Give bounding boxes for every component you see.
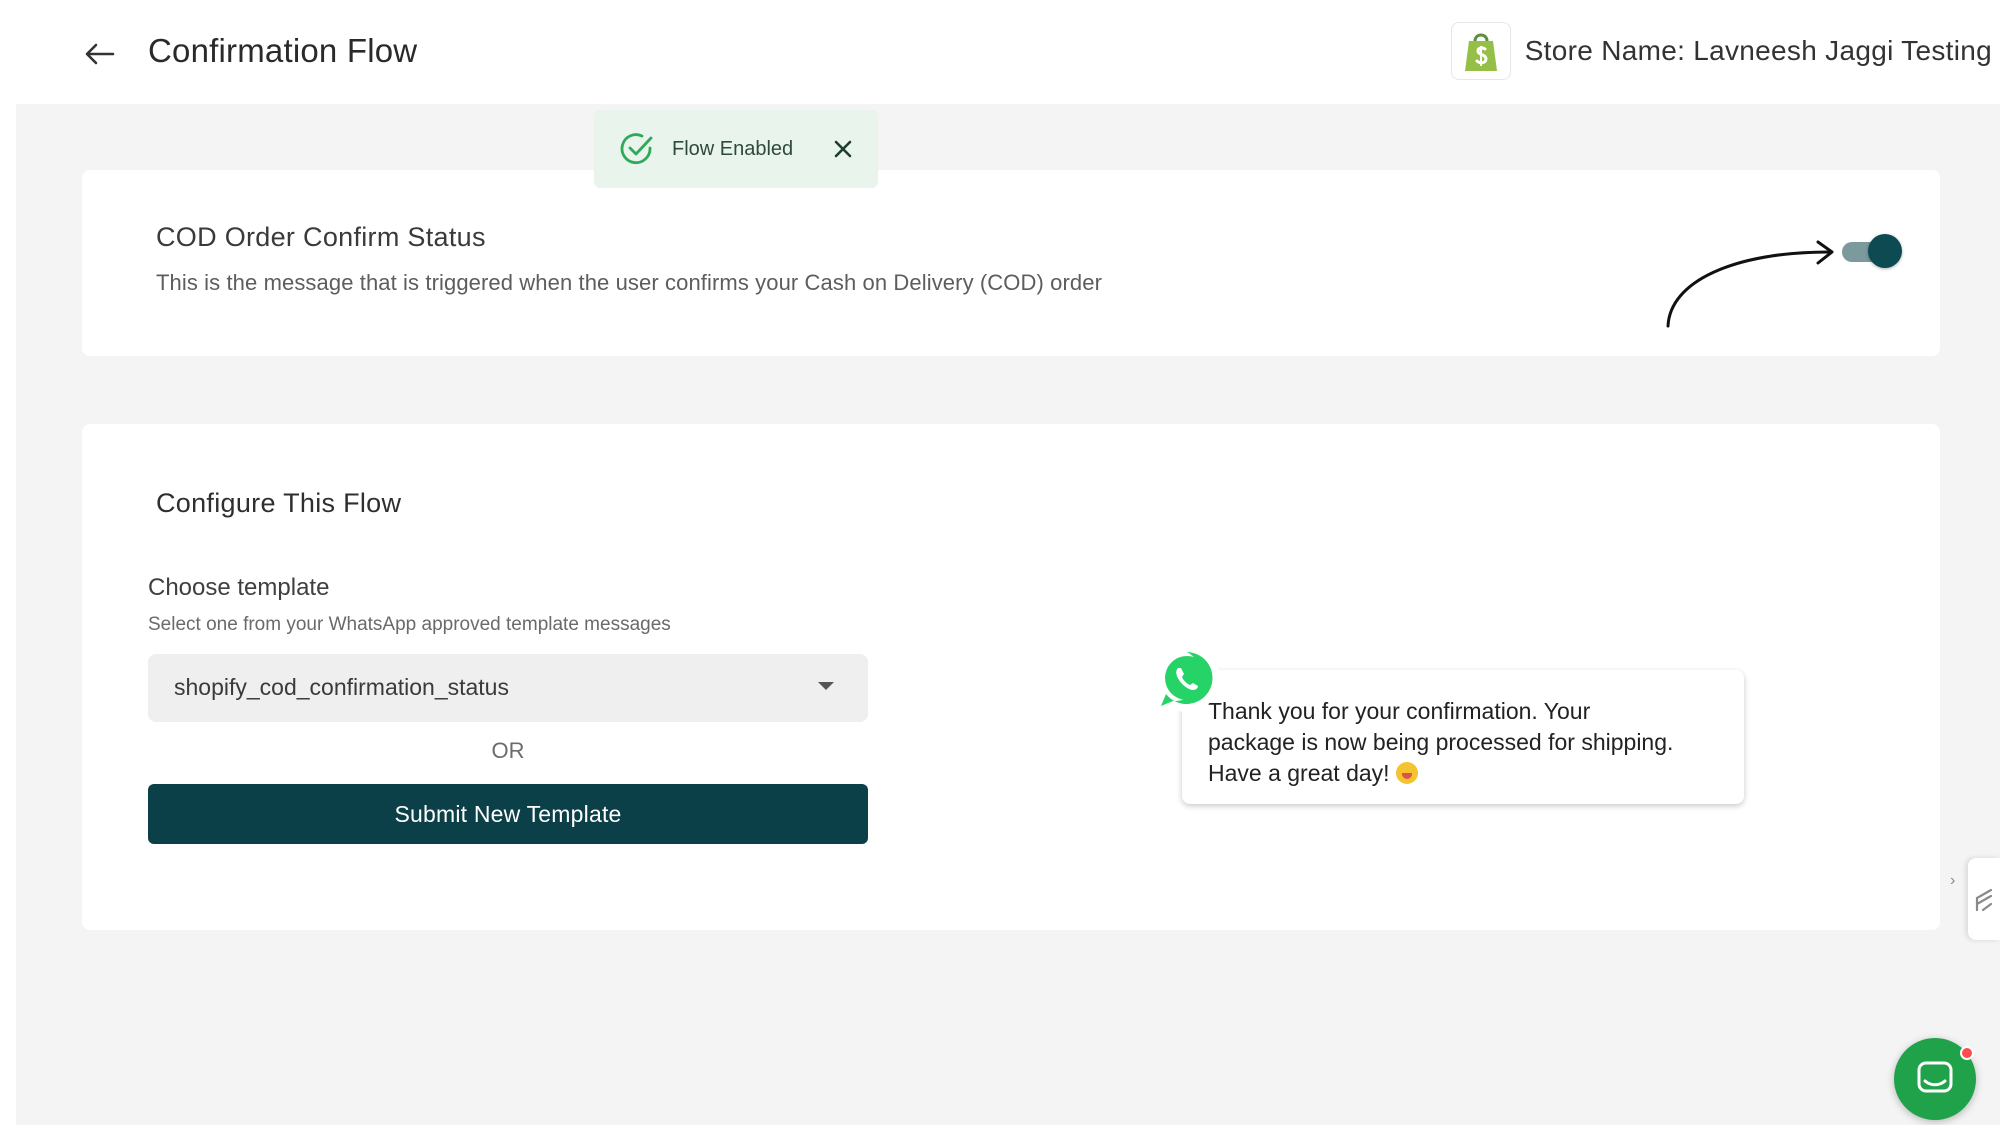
choose-template-label: Choose template xyxy=(148,574,330,601)
configure-flow-card: Configure This Flow Choose template Sele… xyxy=(82,424,1940,930)
side-feedback-tab[interactable] xyxy=(1968,858,2000,940)
cod-status-card: COD Order Confirm Status This is the mes… xyxy=(82,170,1940,356)
preview-line-2: package is now being processed for shipp… xyxy=(1208,729,1674,755)
side-tab-icon xyxy=(1975,888,1993,912)
shopify-bag-icon xyxy=(1464,33,1497,71)
toast-notification: Flow Enabled xyxy=(594,110,878,188)
preview-line-1: Thank you for your confirmation. Your xyxy=(1208,698,1591,724)
config-card-title: Configure This Flow xyxy=(156,488,402,518)
toggle-thumb xyxy=(1868,234,1902,268)
toast-close-button[interactable] xyxy=(830,136,856,162)
store-name: Store Name: Lavneesh Jaggi Testing xyxy=(1524,35,1992,66)
cod-status-toggle[interactable] xyxy=(1838,230,1904,272)
check-circle-icon xyxy=(620,132,654,166)
template-select-value: shopify_cod_confirmation_status xyxy=(174,674,509,700)
status-card-description: This is the message that is triggered wh… xyxy=(156,270,1102,295)
grinning-face-icon xyxy=(1395,762,1418,784)
choose-template-help: Select one from your WhatsApp approved t… xyxy=(148,614,671,635)
store-logo xyxy=(1450,22,1511,80)
chat-bubble-icon xyxy=(1917,1061,1953,1093)
left-rail xyxy=(0,0,16,1125)
caret-down-icon xyxy=(818,682,834,690)
or-divider-text: OR xyxy=(491,738,525,763)
preview-bubble: Thank you for your confirmation. Your pa… xyxy=(1182,670,1744,804)
toast-message: Flow Enabled xyxy=(672,137,794,160)
page-title: Confirmation Flow xyxy=(148,32,418,69)
status-card-title: COD Order Confirm Status xyxy=(156,222,486,252)
page-header: Confirmation Flow Store Name: Lavneesh J… xyxy=(16,0,2000,104)
notification-dot xyxy=(1960,1046,1974,1060)
preview-line-3: Have a great day! xyxy=(1208,760,1390,786)
store-info: Store Name: Lavneesh Jaggi Testing xyxy=(1450,22,1992,80)
preview-line-3-row: Have a great day! xyxy=(1208,758,1718,789)
back-button[interactable] xyxy=(76,30,124,78)
submit-new-template-button[interactable]: Submit New Template xyxy=(148,784,868,844)
message-preview: Thank you for your confirmation. Your pa… xyxy=(1152,644,1744,824)
chevron-right-icon: › xyxy=(1950,872,1956,889)
close-icon xyxy=(834,140,852,158)
whatsapp-icon xyxy=(1154,646,1220,712)
template-select[interactable]: shopify_cod_confirmation_status xyxy=(148,654,868,722)
arrow-left-icon xyxy=(85,43,115,65)
